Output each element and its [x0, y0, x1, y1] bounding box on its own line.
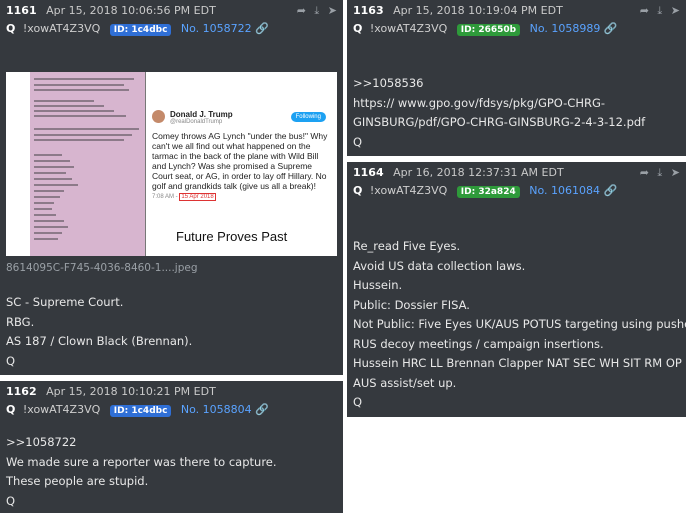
image-caption: Future Proves Past	[176, 229, 288, 244]
id-badge[interactable]: ID: 26650b	[456, 24, 521, 36]
link-icon[interactable]: 🔗	[604, 22, 618, 35]
body-line: Not Public: Five Eyes UK/AUS POTUS targe…	[353, 317, 686, 331]
post-body: >>1058536 https:// www.gpo.gov/fdsys/pkg…	[353, 74, 645, 152]
post-number: 1164	[353, 166, 384, 179]
go-arrow-icon[interactable]: ➤	[671, 4, 680, 17]
post-date: Apr 15, 2018 10:10:21 PM EDT	[46, 385, 216, 398]
post-1163: 1163 Apr 15, 2018 10:19:04 PM EDT ➦ ⤓ ➤ …	[347, 0, 686, 156]
post-author-row: Q !xowAT4Z3VQ ID: 32a824 No. 1061084 🔗	[353, 184, 617, 198]
tweet-time: 7:08 AM	[152, 194, 175, 200]
post-1164: 1164 Apr 16, 2018 12:37:31 AM EDT ➦ ⤓ ➤ …	[347, 162, 686, 417]
share-icon[interactable]: ➦	[297, 4, 306, 17]
post-header: 1164 Apr 16, 2018 12:37:31 AM EDT	[353, 166, 564, 179]
go-arrow-icon[interactable]: ➤	[671, 166, 680, 179]
body-line: RUS decoy meetings / campaign insertions…	[353, 336, 604, 351]
body-line: Avoid US data collection laws.	[353, 258, 526, 273]
reply-link[interactable]: >>1058722	[6, 433, 277, 453]
drop-image	[30, 72, 146, 256]
tripcode: !xowAT4Z3VQ	[369, 22, 448, 35]
body-line: Hussein.	[353, 278, 403, 292]
post-date: Apr 15, 2018 10:06:56 PM EDT	[46, 4, 216, 17]
post-body: SC - Supreme Court. RBG. AS 187 / Clown …	[6, 293, 192, 371]
id-badge[interactable]: ID: 32a824	[456, 186, 520, 198]
post-date: Apr 15, 2018 10:19:04 PM EDT	[393, 4, 563, 17]
body-line: These people are stupid.	[6, 474, 149, 488]
body-line: Public: Dossier FISA.	[353, 297, 470, 312]
author-name: Q	[353, 22, 363, 35]
body-signature: Q	[353, 395, 363, 409]
url-line[interactable]: https:// www.gpo.gov/fdsys/pkg/GPO-CHRG-	[353, 94, 645, 114]
link-icon[interactable]: 🔗	[255, 22, 269, 35]
post-author-row: Q !xowAT4Z3VQ ID: 1c4dbc No. 1058722 🔗	[6, 22, 269, 36]
go-arrow-icon[interactable]: ➤	[328, 4, 337, 17]
post-date: Apr 16, 2018 12:37:31 AM EDT	[393, 166, 564, 179]
share-icon[interactable]: ➦	[640, 166, 649, 179]
post-actions: ➦ ⤓ ➤	[635, 4, 680, 18]
post-number-link[interactable]: No. 1058989	[530, 22, 601, 35]
post-body: Re_read Five Eyes. Avoid US data collect…	[353, 237, 686, 413]
post-number-link[interactable]: No. 1058722	[181, 22, 252, 35]
id-badge[interactable]: ID: 1c4dbc	[109, 405, 172, 417]
id-badge[interactable]: ID: 1c4dbc	[109, 24, 172, 36]
body-signature: Q	[6, 353, 16, 368]
body-line: Re_read Five Eyes.	[353, 239, 461, 253]
tweet-text: Comey throws AG Lynch "under the bus!" W…	[152, 131, 328, 191]
image-filename[interactable]: 8614095C-F745-4036-8460-1....jpeg	[6, 262, 198, 274]
author-name: Q	[6, 22, 16, 35]
body-signature: Q	[353, 134, 363, 149]
tripcode: !xowAT4Z3VQ	[22, 22, 101, 35]
post-header: 1163 Apr 15, 2018 10:19:04 PM EDT	[353, 4, 563, 17]
link-icon[interactable]: 🔗	[603, 184, 617, 197]
author-name: Q	[6, 403, 16, 416]
post-number-link[interactable]: No. 1061084	[529, 184, 600, 197]
tweet-card: Donald J. Trump @realDonaldTrump Followi…	[152, 110, 332, 201]
attached-image[interactable]: Donald J. Trump @realDonaldTrump Followi…	[6, 72, 337, 256]
body-line: Hussein HRC LL Brennan Clapper NAT SEC W…	[353, 356, 686, 370]
body-line: RBG.	[6, 314, 35, 329]
download-icon[interactable]: ⤓	[314, 4, 319, 17]
download-icon[interactable]: ⤓	[657, 4, 662, 17]
download-icon[interactable]: ⤓	[657, 166, 662, 179]
link-icon[interactable]: 🔗	[255, 403, 269, 416]
post-actions: ➦ ⤓ ➤	[292, 4, 337, 18]
body-line: We made sure a reporter was there to cap…	[6, 454, 277, 469]
post-header: 1162 Apr 15, 2018 10:10:21 PM EDT	[6, 385, 216, 398]
post-author-row: Q !xowAT4Z3VQ ID: 26650b No. 1058989 🔗	[353, 22, 618, 36]
url-line[interactable]: GINSBURG/pdf/GPO-CHRG-GINSBURG-2-4-3-12.…	[353, 113, 645, 133]
post-number: 1162	[6, 385, 37, 398]
post-number: 1163	[353, 4, 384, 17]
body-line: AS 187 / Clown Black (Brennan).	[6, 334, 193, 348]
author-name: Q	[353, 184, 363, 197]
post-body: >>1058722 We made sure a reporter was th…	[6, 433, 277, 511]
share-icon[interactable]: ➦	[640, 4, 649, 17]
post-actions: ➦ ⤓ ➤	[635, 166, 680, 180]
post-number: 1161	[6, 4, 37, 17]
post-1161: 1161 Apr 15, 2018 10:06:56 PM EDT ➦ ⤓ ➤ …	[0, 0, 343, 375]
post-author-row: Q !xowAT4Z3VQ ID: 1c4dbc No. 1058804 🔗	[6, 403, 269, 417]
body-line: AUS assist/set up.	[353, 375, 457, 390]
avatar	[152, 110, 165, 123]
post-number-link[interactable]: No. 1058804	[181, 403, 252, 416]
body-signature: Q	[6, 493, 16, 508]
post-header: 1161 Apr 15, 2018 10:06:56 PM EDT	[6, 4, 216, 17]
post-1162: 1162 Apr 15, 2018 10:10:21 PM EDT Q !xow…	[0, 381, 343, 513]
tripcode: !xowAT4Z3VQ	[369, 184, 448, 197]
reply-link[interactable]: >>1058536	[353, 74, 645, 94]
body-line: SC - Supreme Court.	[6, 295, 124, 309]
tripcode: !xowAT4Z3VQ	[22, 403, 101, 416]
follow-badge: Following	[290, 112, 326, 122]
tweet-date: 15 Apr 2018	[179, 193, 216, 201]
